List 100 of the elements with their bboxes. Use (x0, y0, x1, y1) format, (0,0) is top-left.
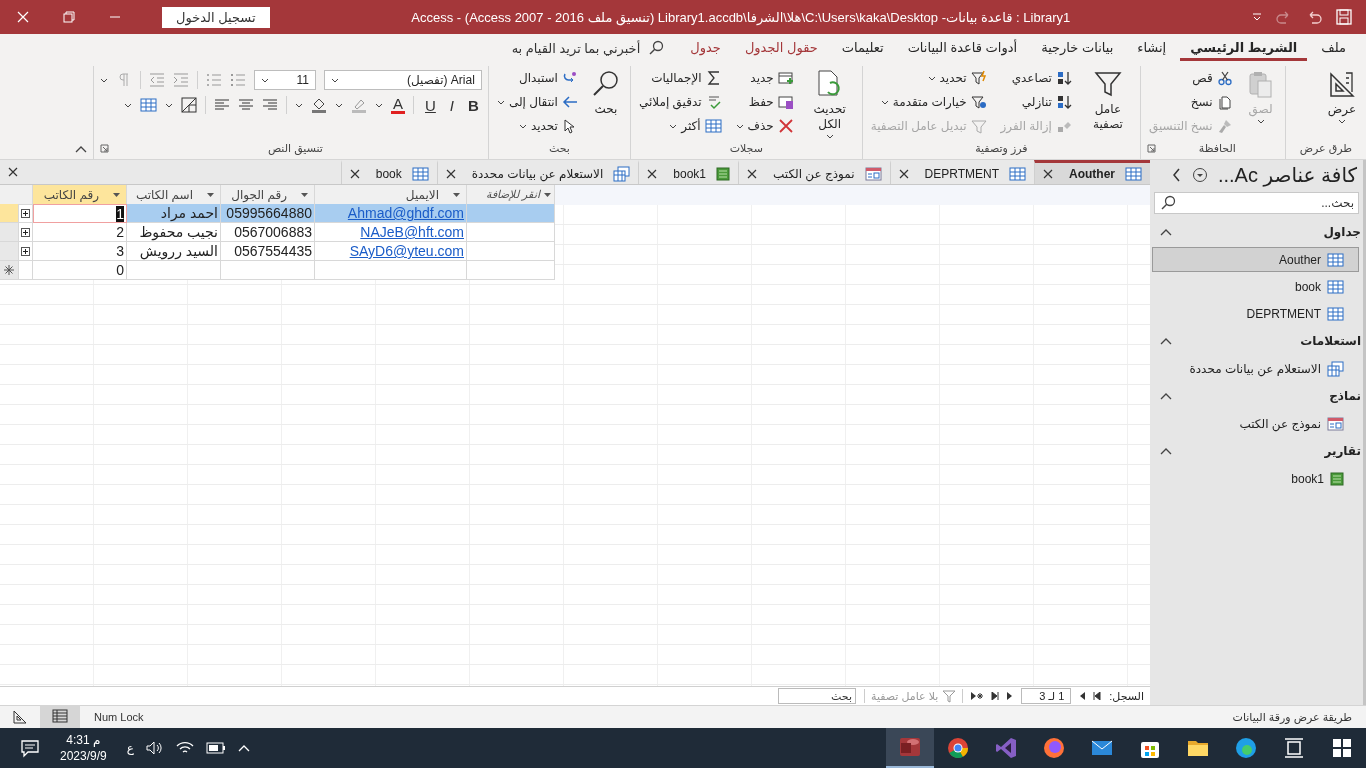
close-icon[interactable] (647, 168, 658, 179)
expand-icon[interactable] (21, 208, 30, 218)
column-header[interactable]: اسم الكاتب (127, 185, 221, 205)
ribbon-button[interactable]: جديد (733, 66, 796, 90)
close-icon[interactable] (898, 168, 909, 179)
nav-group-header[interactable]: استعلامات (1150, 327, 1363, 355)
align-left-icon[interactable] (214, 97, 230, 113)
close-icon[interactable] (747, 168, 757, 179)
ribbon-button[interactable]: تحديد (868, 66, 989, 90)
ribbon-tab[interactable]: إنشاء (1127, 35, 1177, 61)
ribbon-button[interactable]: استبدال (494, 66, 580, 90)
nav-item[interactable]: book1 (1152, 466, 1359, 491)
battery-icon[interactable] (205, 742, 226, 754)
chevron-left-icon[interactable] (1171, 168, 1182, 182)
expand-icon[interactable] (21, 246, 30, 256)
ribbon-button[interactable]: عرض (1324, 66, 1360, 126)
nav-group-header[interactable]: جداول (1150, 218, 1363, 246)
volume-icon[interactable] (145, 740, 164, 756)
ribbon-button[interactable]: نسخ (1146, 90, 1235, 114)
ribbon-button[interactable]: تدقيق إملائي (636, 90, 724, 114)
new-record-icon[interactable] (971, 692, 984, 700)
document-tab[interactable]: DEPRTMENT (889, 160, 1034, 184)
previous-record-icon[interactable] (1079, 692, 1086, 700)
ribbon-button[interactable]: تصاعدي (998, 66, 1074, 90)
chevron-up-icon[interactable] (237, 744, 250, 752)
dropdown-icon[interactable] (1191, 167, 1208, 183)
nav-item[interactable]: book (1152, 274, 1359, 299)
email-link[interactable]: NAJeB@hft.com (315, 223, 467, 242)
close-icon[interactable] (445, 168, 456, 179)
ribbon-tab[interactable]: حقول الجدول (734, 35, 828, 61)
font-dropdown[interactable]: Arial (تفصيل) (323, 70, 482, 90)
caret-icon[interactable] (165, 102, 173, 108)
notifications-icon[interactable] (20, 738, 40, 758)
nav-item[interactable]: Aouther (1152, 247, 1359, 272)
dialog-launcher-icon[interactable] (99, 143, 109, 153)
align-right-icon[interactable] (262, 97, 278, 113)
caret-icon[interactable] (99, 77, 108, 83)
close-icon[interactable] (1043, 168, 1053, 179)
record-position-field[interactable]: 1 لـ 3 (1021, 688, 1072, 704)
email-link[interactable]: SAyD6@yteu.com (315, 242, 467, 261)
ribbon-tab[interactable]: جدول (680, 35, 731, 61)
save-icon[interactable] (1336, 9, 1352, 25)
nav-group-header[interactable]: نماذج (1150, 382, 1363, 410)
tell-me-field[interactable]: أخبرني بما تريد القيام به (511, 40, 641, 56)
document-tab[interactable]: Aouther (1034, 160, 1150, 184)
clock-time[interactable]: 4:31 م (66, 732, 101, 748)
list-icon[interactable] (229, 72, 246, 88)
ribbon-button[interactable]: تنازلي (998, 90, 1074, 114)
search-icon[interactable] (648, 40, 665, 56)
ribbon-button[interactable]: بحث (587, 66, 624, 119)
close-icon[interactable] (349, 168, 360, 179)
ribbon-button[interactable]: انتقال إلى (494, 90, 580, 114)
datasheet-view-button[interactable] (40, 705, 80, 729)
customize-icon[interactable] (1252, 12, 1262, 22)
first-record-icon[interactable] (1093, 692, 1102, 700)
underline-button[interactable]: U (422, 96, 439, 114)
column-header[interactable]: رقم الجوال (221, 185, 315, 205)
document-tab[interactable]: الاستعلام عن بيانات محددة (436, 160, 639, 184)
nav-item[interactable]: الاستعلام عن بيانات محددة (1152, 356, 1359, 381)
alternate-fill-icon[interactable] (181, 97, 197, 113)
ribbon-button[interactable]: الإجماليات (636, 66, 724, 90)
caret-icon[interactable] (295, 102, 303, 108)
font-size-dropdown[interactable]: 11 (253, 70, 316, 90)
column-header[interactable]: رقم الكاتب (33, 185, 127, 205)
italic-button[interactable]: I (446, 96, 458, 114)
bold-button[interactable]: B (465, 96, 482, 114)
table-icon[interactable] (140, 97, 157, 113)
search-field[interactable]: بحث... (1154, 192, 1359, 214)
clock-date[interactable]: 2023/9/9 (60, 748, 107, 764)
search-field[interactable]: بحث (778, 688, 856, 704)
dialog-launcher-icon[interactable] (1146, 143, 1156, 153)
ribbon-button[interactable]: حذف (733, 114, 796, 138)
close-icon[interactable] (8, 167, 18, 177)
ribbon-tab[interactable]: ملف (1311, 35, 1356, 61)
ribbon-button[interactable]: أكثر (636, 114, 724, 138)
caret-icon[interactable] (375, 102, 383, 108)
email-link[interactable]: Ahmad@ghdf.com (315, 204, 467, 223)
ribbon-button[interactable]: قص (1146, 66, 1235, 90)
column-header[interactable]: انقر للإضافة (467, 185, 555, 205)
language-indicator[interactable]: ع (126, 741, 134, 755)
ribbon-tab[interactable]: أدوات قاعدة البيانات (897, 35, 1028, 61)
caret-icon[interactable] (124, 102, 132, 108)
font-color-button[interactable]: A (391, 96, 405, 114)
record-selector[interactable] (0, 261, 19, 280)
ribbon-button[interactable]: حفظ (733, 90, 796, 114)
column-header[interactable]: الايميل (315, 185, 467, 205)
nav-item[interactable]: نموذج عن الكتب (1152, 411, 1359, 436)
ribbon-button[interactable]: تحديث الكل (803, 66, 856, 141)
restore-icon[interactable] (63, 11, 75, 23)
document-tab[interactable]: book (340, 160, 437, 184)
ribbon-button[interactable]: عامل تصفية (1081, 66, 1134, 134)
nav-item[interactable]: DEPRTMENT (1152, 301, 1359, 326)
collapse-icon[interactable] (74, 145, 87, 153)
align-center-icon[interactable] (238, 97, 254, 113)
caret-icon[interactable] (335, 102, 343, 108)
ribbon-tab[interactable]: الشريط الرئيسي (1180, 35, 1308, 61)
last-record-icon[interactable] (991, 692, 1000, 700)
ribbon-button[interactable]: خيارات متقدمة (868, 90, 989, 114)
next-record-icon[interactable] (1007, 692, 1014, 700)
sign-in-button[interactable]: تسجيل الدخول (162, 6, 270, 28)
